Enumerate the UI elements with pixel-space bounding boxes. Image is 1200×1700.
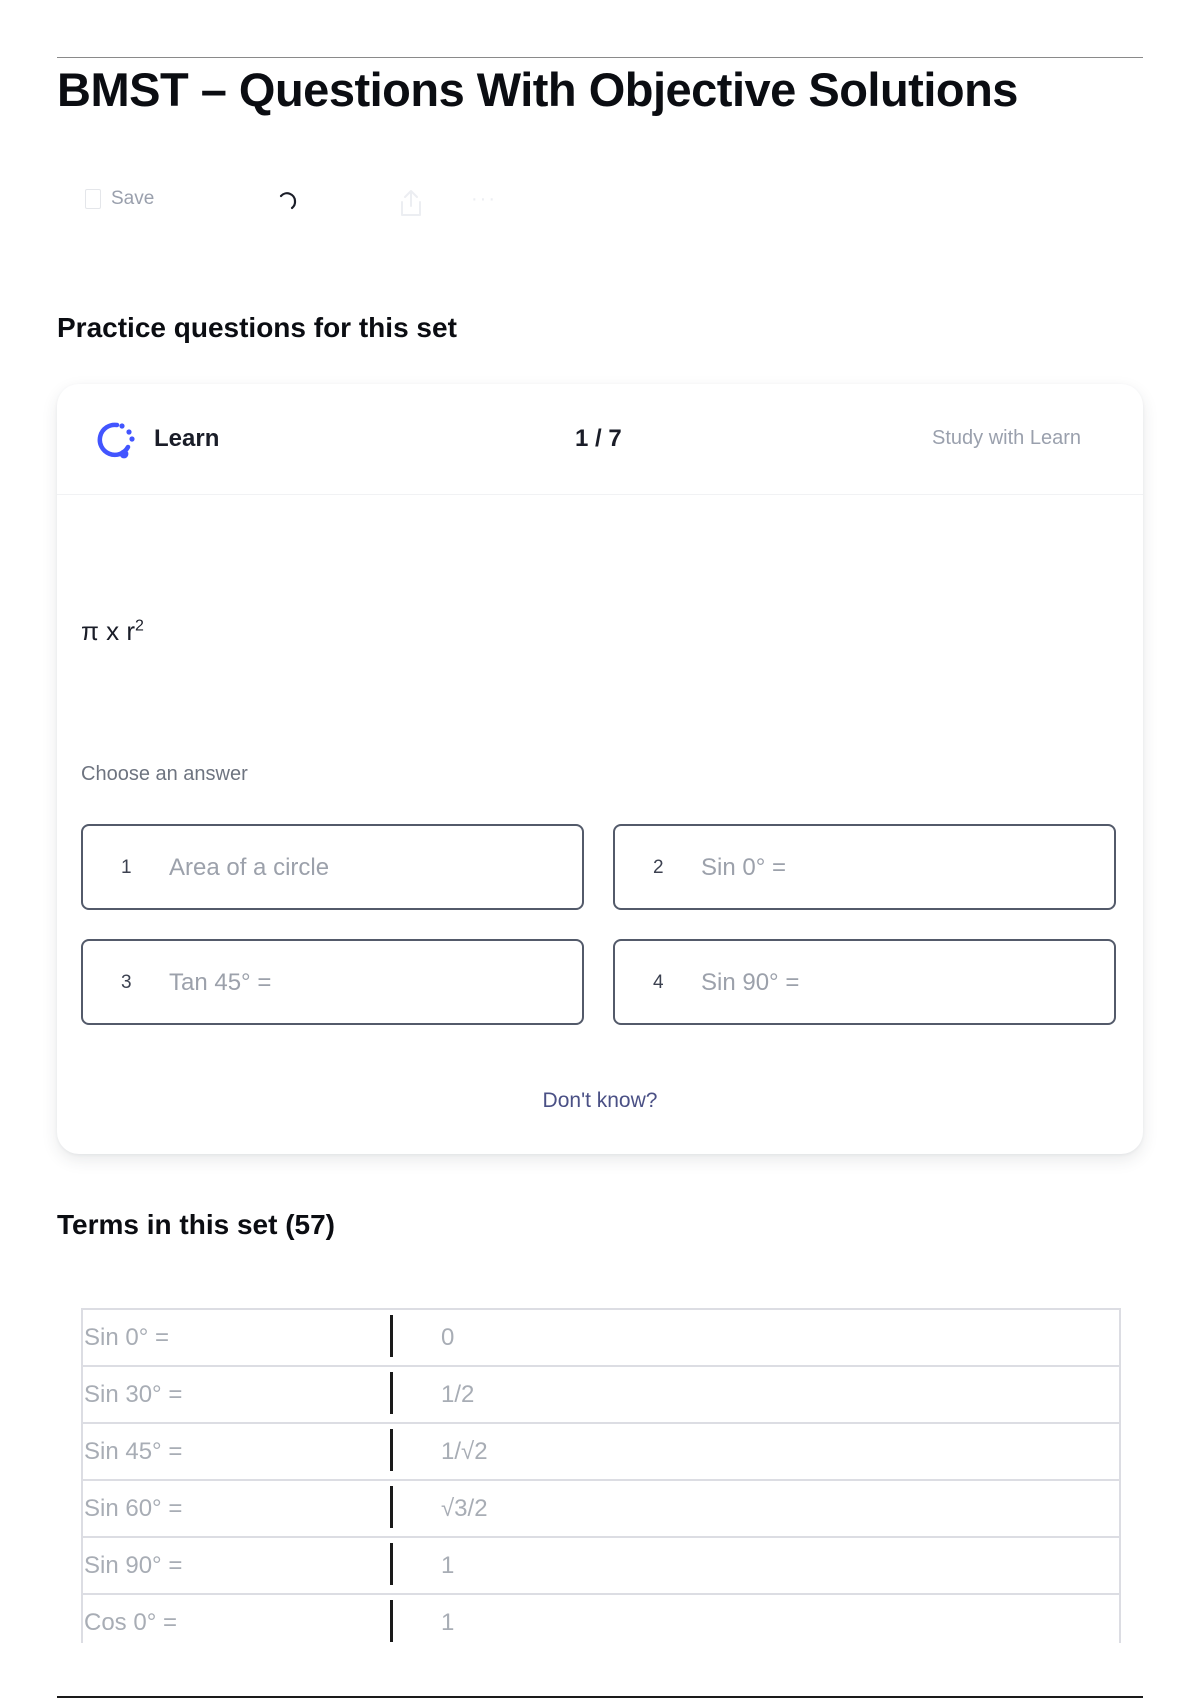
learn-mode-icon [97, 422, 135, 459]
answer-option-text: Sin 90° = [701, 969, 800, 996]
practice-heading: Practice questions for this set [57, 312, 457, 343]
terms-table: Sin 0° = 0 Sin 30° = 1/2 Sin 45° = 1/√2 … [81, 1308, 1121, 1643]
answer-option-2[interactable]: 2 Sin 0° = [613, 824, 1116, 910]
term-row: Sin 90° = 1 [81, 1536, 1121, 1593]
term-text: Sin 90° = [84, 1552, 183, 1579]
save-button[interactable]: Save [85, 188, 154, 210]
more-options-icon[interactable]: ··· [471, 188, 497, 211]
definition-text: 1 [441, 1552, 455, 1579]
term-divider [390, 1315, 393, 1357]
share-icon[interactable] [397, 188, 425, 218]
answer-option-text: Sin 0° = [701, 854, 786, 881]
learn-mode-label: Learn [154, 425, 220, 452]
term-divider [390, 1429, 393, 1471]
choose-answer-label: Choose an answer [81, 763, 248, 785]
term-text: Cos 0° = [84, 1609, 177, 1636]
term-row: Cos 0° = 1 [81, 1593, 1121, 1643]
question-exponent: 2 [135, 617, 144, 635]
definition-text: 1/2 [441, 1381, 475, 1408]
question-prompt: π x r2 [81, 616, 144, 647]
answer-option-3[interactable]: 3 Tan 45° = [81, 939, 584, 1025]
save-label: Save [111, 188, 155, 209]
definition-text: 1 [441, 1609, 455, 1636]
definition-text: 0 [441, 1324, 455, 1351]
learn-card-header: Learn 1 / 7 Study with Learn [57, 384, 1143, 495]
term-divider [390, 1543, 393, 1585]
term-divider [390, 1600, 393, 1642]
bottom-rule [57, 1696, 1143, 1698]
study-with-learn-link[interactable]: Study with Learn [932, 427, 1081, 450]
answer-option-number: 4 [653, 972, 664, 993]
terms-heading: Terms in this set (57) [57, 1209, 336, 1240]
top-rule [57, 57, 1143, 58]
answer-option-text: Area of a circle [169, 854, 330, 881]
answer-option-number: 2 [653, 857, 664, 878]
loading-spinner-icon [279, 192, 297, 210]
term-row: Sin 0° = 0 [81, 1308, 1121, 1365]
term-row: Sin 60° = √3/2 [81, 1479, 1121, 1536]
answer-option-text: Tan 45° = [169, 969, 272, 996]
term-text: Sin 0° = [84, 1324, 169, 1351]
term-text: Sin 60° = [84, 1495, 183, 1522]
question-progress: 1 / 7 [575, 425, 622, 452]
term-row: Sin 30° = 1/2 [81, 1365, 1121, 1422]
question-text: π x r [81, 616, 136, 646]
definition-text: √3/2 [441, 1495, 488, 1522]
answer-option-1[interactable]: 1 Area of a circle [81, 824, 584, 910]
term-text: Sin 30° = [84, 1381, 183, 1408]
answer-option-4[interactable]: 4 Sin 90° = [613, 939, 1116, 1025]
answer-option-number: 1 [121, 857, 132, 878]
term-text: Sin 45° = [84, 1438, 183, 1465]
answer-option-number: 3 [121, 972, 132, 993]
set-toolbar: Save ··· [85, 188, 525, 222]
page-title: BMST – Questions With Objective Solution… [57, 63, 1018, 116]
bookmark-icon [85, 189, 101, 209]
definition-text: 1/√2 [441, 1438, 488, 1465]
term-row: Sin 45° = 1/√2 [81, 1422, 1121, 1479]
term-divider [390, 1486, 393, 1528]
learn-card: Learn 1 / 7 Study with Learn π x r2 Choo… [57, 384, 1143, 1154]
dont-know-button[interactable]: Don't know? [57, 1089, 1143, 1113]
term-divider [390, 1372, 393, 1414]
